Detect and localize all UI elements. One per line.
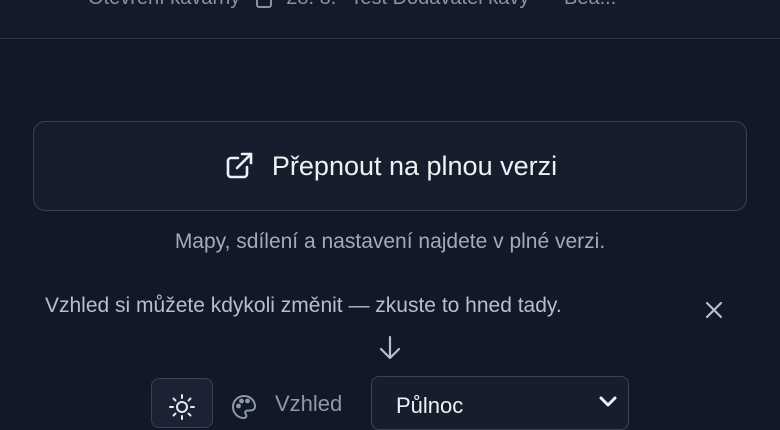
breadcrumb: Otevření kavárny 28. 8. Test Dodavatel k… <box>88 0 616 10</box>
full-version-note: Mapy, sdílení a nastavení najdete v plné… <box>174 230 606 253</box>
arrow-down-icon <box>379 335 401 360</box>
chevron-down-icon <box>599 396 617 407</box>
appearance-hint: Vzhled si můžete kdykoli změnit — zkuste… <box>45 294 562 317</box>
switch-to-full-version-label: Přepnout na plnou verzi <box>271 150 558 181</box>
theme-select[interactable]: Půlnoc <box>371 376 629 430</box>
sun-icon <box>169 394 195 420</box>
external-link-icon <box>226 152 253 179</box>
header-item-event[interactable]: Otevření kavárny <box>88 0 240 10</box>
appearance-row: Vzhled Půlnoc <box>151 376 631 430</box>
appearance-label: Vzhled <box>275 391 343 416</box>
palette-icon <box>232 394 257 420</box>
switch-to-full-version-button[interactable]: Přepnout na plnou verzi <box>33 121 747 211</box>
close-icon[interactable] <box>702 298 726 322</box>
header-item-more[interactable]: Bea... <box>564 0 616 10</box>
theme-toggle-button[interactable] <box>151 378 213 428</box>
header-item-supplier[interactable]: Test Dodavatel kávy <box>350 0 529 10</box>
calendar-icon <box>256 0 273 8</box>
top-bar: Otevření kavárny 28. 8. Test Dodavatel k… <box>0 0 780 39</box>
header-separator: · <box>543 0 550 10</box>
theme-select-value: Půlnoc <box>396 393 464 418</box>
header-date: 28. 8. <box>286 0 336 10</box>
